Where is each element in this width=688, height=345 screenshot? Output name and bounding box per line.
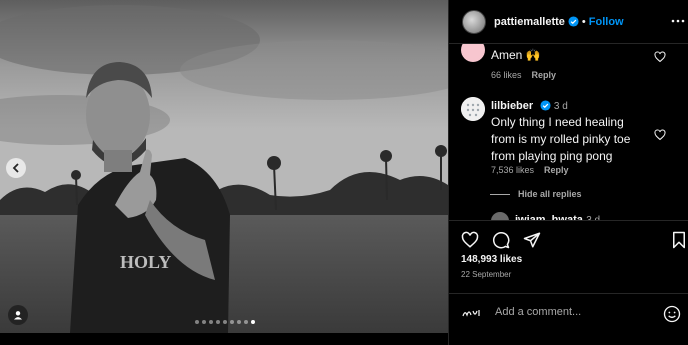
carousel-dot — [237, 320, 241, 324]
post-sidebar: pattiemallette • Follow Amen 🙌 66 likes … — [448, 0, 688, 345]
tagged-users-button[interactable] — [8, 305, 28, 325]
sticker-icon[interactable] — [461, 307, 483, 319]
comment-meta: 66 likes Reply — [491, 70, 556, 80]
carousel-prev-button[interactable] — [6, 158, 26, 178]
user-icon — [14, 311, 22, 320]
comment-likes[interactable]: 66 likes — [491, 70, 522, 80]
hide-replies-button[interactable]: Hide all replies — [490, 189, 582, 199]
post-photo[interactable]: HOLY — [0, 0, 448, 333]
heart-icon[interactable] — [654, 129, 666, 141]
carousel-dot — [195, 320, 199, 324]
comment-time: 3 d — [553, 101, 568, 112]
emoji-icon[interactable] — [663, 305, 681, 323]
carousel-dot — [251, 320, 255, 324]
comment-text: Only thing I need healing from is my rol… — [491, 115, 631, 163]
comment-header: jwjam_hwata 3 d — [515, 211, 600, 220]
carousel-dot — [209, 320, 213, 324]
carousel-indicator — [195, 320, 255, 324]
commenter-username[interactable]: lilbieber — [491, 100, 533, 112]
post-header: pattiemallette • Follow — [449, 0, 688, 44]
more-options-icon[interactable] — [671, 14, 685, 28]
share-icon[interactable] — [523, 231, 541, 249]
chevron-left-icon — [12, 163, 19, 173]
comment-text: Amen 🙌 — [491, 48, 541, 62]
comment-icon[interactable] — [492, 231, 510, 249]
commenter-avatar[interactable] — [491, 212, 509, 220]
comment-header: lilbieber 3 d — [491, 97, 568, 115]
divider — [490, 193, 510, 195]
verified-badge-icon — [568, 16, 579, 27]
reply-button[interactable]: Reply — [532, 70, 557, 80]
carousel-dot — [244, 320, 248, 324]
verified-badge-icon — [539, 100, 551, 111]
carousel-dot — [223, 320, 227, 324]
heart-icon[interactable] — [461, 231, 479, 249]
author-avatar[interactable] — [462, 9, 486, 34]
comments-list[interactable]: Amen 🙌 66 likes Reply lilbieber 3 d Only… — [449, 44, 688, 220]
reply-button[interactable]: Reply — [544, 165, 569, 175]
comment-likes[interactable]: 7,536 likes — [491, 165, 534, 175]
comment-meta: 7,536 likes Reply — [491, 165, 569, 175]
comment-composer — [449, 293, 688, 333]
carousel-dot — [202, 320, 206, 324]
carousel-dot — [230, 320, 234, 324]
svg-text:HOLY: HOLY — [120, 252, 171, 272]
hide-replies-label: Hide all replies — [518, 189, 582, 199]
follow-button[interactable]: Follow — [589, 16, 624, 28]
photo-scene: HOLY — [0, 0, 448, 333]
heart-icon[interactable] — [654, 51, 666, 63]
carousel-dot — [216, 320, 220, 324]
avatar-pattern — [461, 97, 485, 121]
likes-count[interactable]: 148,993 likes — [461, 254, 522, 265]
commenter-avatar[interactable] — [461, 44, 485, 62]
comment-input[interactable] — [495, 306, 655, 318]
post-date: 22 September — [461, 270, 512, 279]
author-username[interactable]: pattiemallette — [494, 16, 565, 28]
bookmark-icon[interactable] — [670, 231, 688, 249]
commenter-avatar[interactable] — [461, 97, 485, 121]
separator: • — [581, 15, 586, 28]
post-actions: 148,993 likes 22 September — [449, 220, 688, 286]
